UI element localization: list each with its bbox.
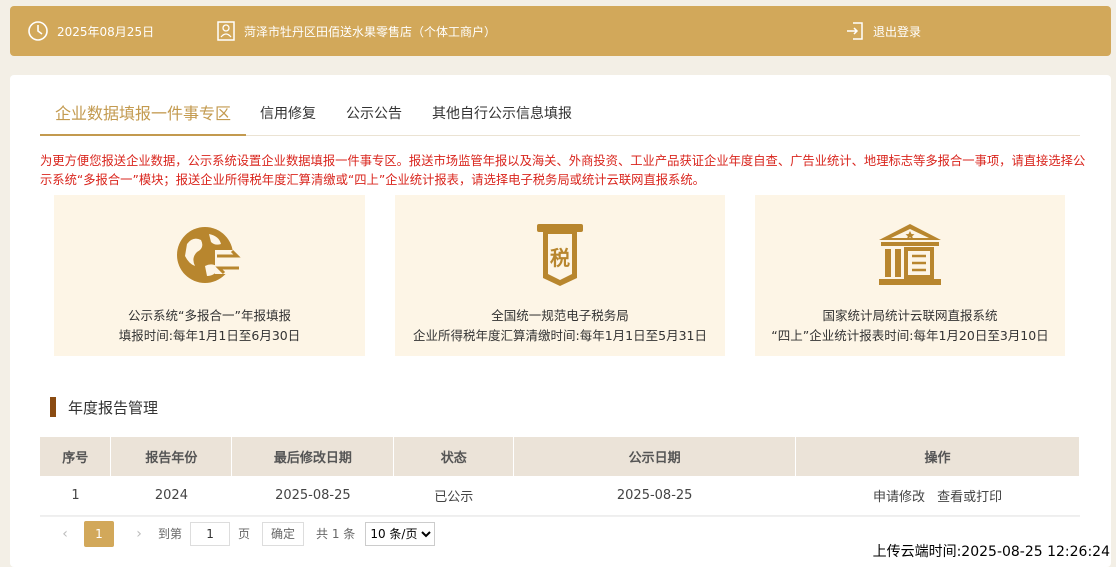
main-card: 企业数据填报一件事专区 信用修复 公示公告 其他自行公示信息填报 为更方便您报送… [10,75,1111,567]
column-header-public-date: 公示日期 [513,437,797,476]
tile-e-tax-title: 全国统一规范电子税务局 [491,308,629,323]
clock-icon [28,21,48,41]
cell-actions: 申请修改 查看或打印 [795,476,1080,516]
svg-text:税: 税 [550,246,570,270]
cell-status: 已公示 [393,476,514,516]
total-count: 共 1 条 [316,527,356,541]
tile-annual-report[interactable]: 公示系统“多报合一”年报填报 填报时间:每年1月1日至6月30日 [54,195,365,356]
cell-year: 2024 [110,476,232,516]
column-header-no: 序号 [40,437,112,476]
tile-annual-report-time: 填报时间:每年1月1日至6月30日 [118,328,301,343]
column-header-status: 状态 [393,437,515,476]
page-1-button[interactable]: 1 [84,520,114,547]
prev-page-button[interactable]: ‹ [54,526,76,542]
header-date: 2025年08月25日 [27,6,154,56]
goto-confirm-button[interactable]: 确定 [262,521,305,546]
column-header-modified: 最后修改日期 [231,437,395,476]
notice-text: 为更方便您报送企业数据，公示系统设置企业数据填报一件事专区。报送市场监管年报以及… [40,154,1086,187]
page-size-select[interactable]: 10 条/页 [365,521,436,546]
government-building-icon [879,224,941,285]
tab-bar: 企业数据填报一件事专区 信用修复 公示公告 其他自行公示信息填报 [40,95,1080,136]
tile-e-tax[interactable]: 税 全国统一规范电子税务局 企业所得税年度汇算清缴时间:每年1月1日至5月31日 [395,195,725,356]
section-title-bar [50,397,56,417]
header-shop-name: 菏泽市牡丹区田佰送水果零售店（个体工商户） [244,24,497,39]
view-print-link[interactable]: 查看或打印 [937,490,1002,505]
table-row: 1 2024 2025-08-25 已公示 2025-08-25 申请修改 查看… [40,476,1080,516]
tile-annual-report-title: 公示系统“多报合一”年报填报 [128,308,291,323]
tile-statistics-title: 国家统计局统计云联网直报系统 [822,308,998,323]
annual-report-table: 序号 报告年份 最后修改日期 状态 公示日期 操作 1 2024 2025-08… [40,437,1080,516]
column-header-year: 报告年份 [110,437,233,476]
globe-exchange-icon [176,227,241,283]
table-header-row: 序号 报告年份 最后修改日期 状态 公示日期 操作 [40,437,1080,476]
tile-e-tax-time: 企业所得税年度汇算清缴时间:每年1月1日至5月31日 [413,328,707,343]
logout-button[interactable]: 退出登录 [845,6,921,56]
tab-other-disclosure[interactable]: 其他自行公示信息填报 [432,95,572,136]
header-date-text: 2025年08月25日 [57,24,155,39]
header-shop: 菏泽市牡丹区田佰送水果零售店（个体工商户） [216,6,496,56]
page-unit-label: 页 [238,527,251,541]
tab-data-reporting[interactable]: 企业数据填报一件事专区 [40,95,247,136]
logout-label: 退出登录 [873,24,922,39]
tab-public-notice[interactable]: 公示公告 [346,95,402,136]
cell-no: 1 [40,476,111,516]
tab-credit-repair[interactable]: 信用修复 [260,95,316,136]
cell-public-date: 2025-08-25 [513,476,796,516]
goto-label: 到第 [158,527,183,541]
section-title-text: 年度报告管理 [68,398,159,417]
building-icon [217,21,235,41]
goto-page-input[interactable] [190,521,231,546]
top-header: 2025年08月25日 菏泽市牡丹区田佰送水果零售店（个体工商户） 退出登录 [10,6,1111,56]
tile-statistics[interactable]: 国家统计局统计云联网直报系统 “四上”企业统计报表时间:每年1月20日至3月10… [755,195,1065,356]
cell-modified: 2025-08-25 [231,476,394,516]
column-header-actions: 操作 [795,437,1080,476]
next-page-button[interactable]: › [128,526,150,542]
tax-receipt-icon: 税 [537,224,583,286]
section-title: 年度报告管理 [50,397,158,417]
upload-time: 上传云端时间:2025-08-25 12:26:24 [872,544,1110,560]
logout-icon [847,22,863,40]
tile-statistics-time: “四上”企业统计报表时间:每年1月20日至3月10日 [771,328,1049,343]
apply-modify-link[interactable]: 申请修改 [873,490,925,505]
